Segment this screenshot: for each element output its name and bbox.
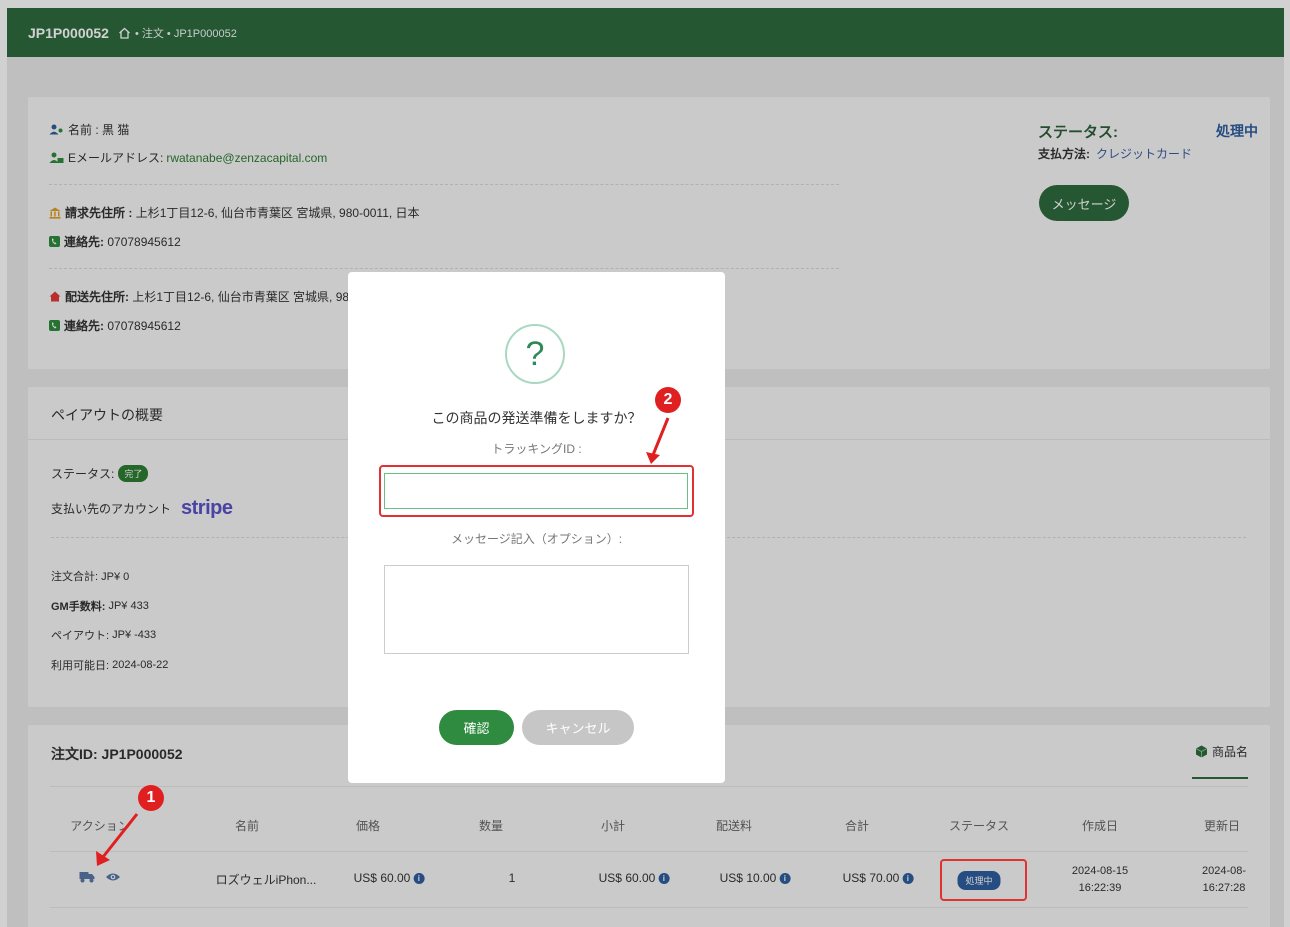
arrow-head [96, 851, 110, 866]
arrow-line [651, 417, 670, 456]
annotation-arrows [96, 417, 670, 866]
arrow-head [646, 452, 660, 464]
arrow-line [101, 813, 139, 858]
